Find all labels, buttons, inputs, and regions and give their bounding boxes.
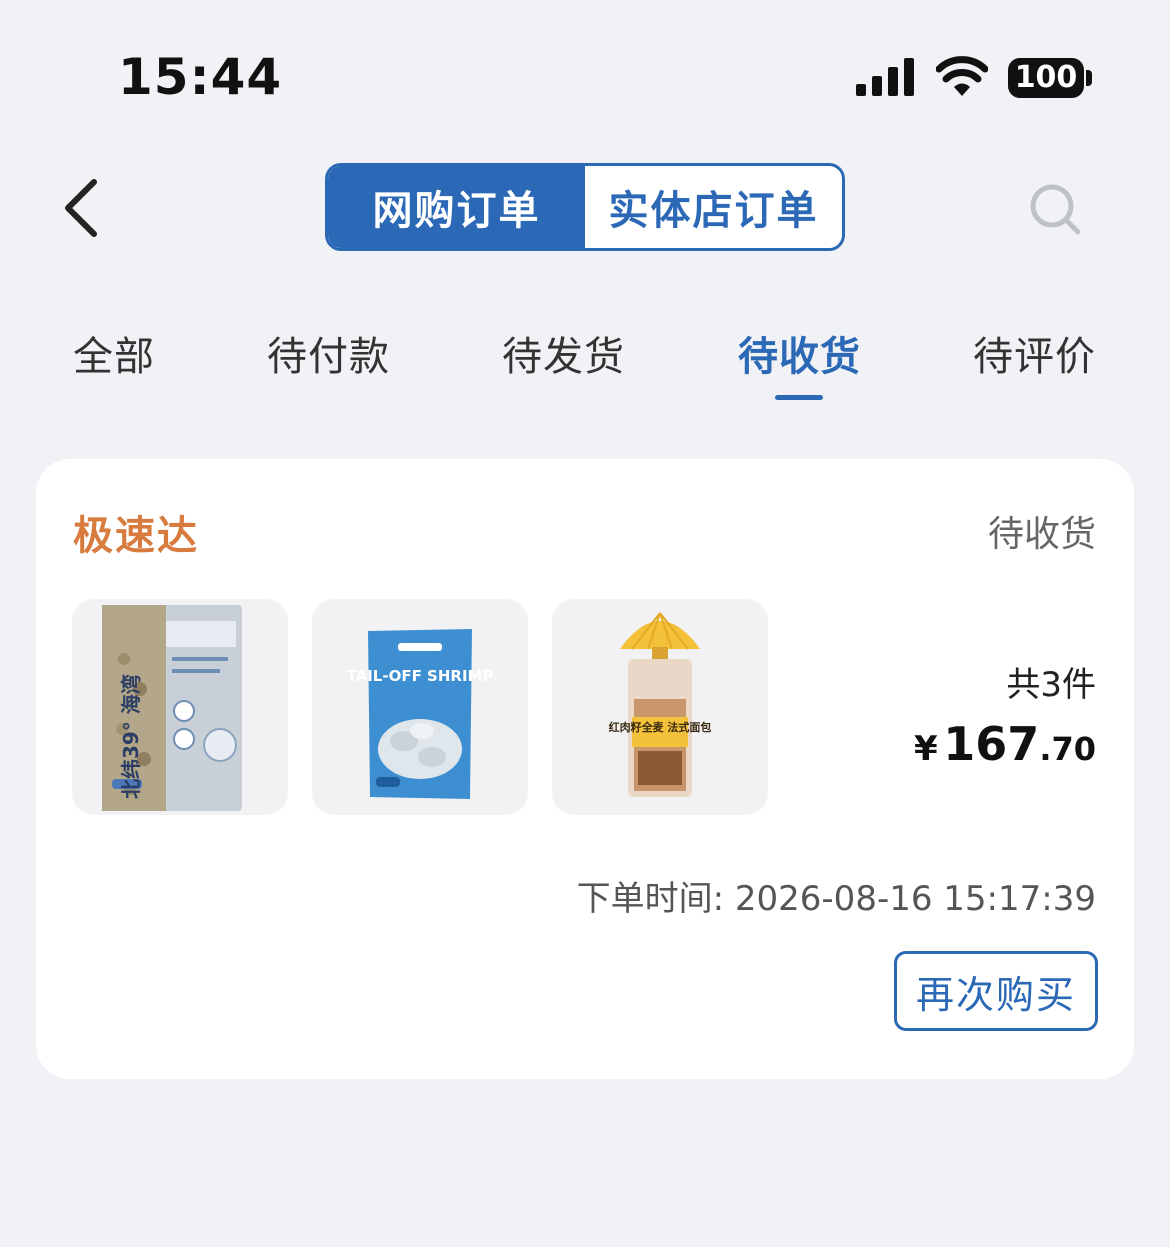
order-type-switch: 网购订单 实体店订单 bbox=[325, 163, 845, 251]
product-thumbnail-bread[interactable]: 红肉籽全麦 法式面包 bbox=[552, 599, 768, 815]
tab-all[interactable]: 全部 bbox=[73, 324, 155, 382]
status-time: 15:44 bbox=[118, 48, 283, 106]
product-thumbnail-shrimp[interactable]: TAIL-OFF SHRIMP bbox=[312, 599, 528, 815]
order-total-price: ¥ 167.70 bbox=[914, 717, 1096, 771]
currency-symbol: ¥ bbox=[914, 729, 938, 769]
clam-package-image: 北纬39° 海湾 bbox=[102, 605, 242, 811]
product-thumbnail-clam[interactable]: 北纬39° 海湾 bbox=[72, 599, 288, 815]
tab-pending-shipment[interactable]: 待发货 bbox=[502, 324, 625, 382]
price-integer: 167 bbox=[943, 717, 1040, 771]
shrimp-package-text: TAIL-OFF SHRIMP bbox=[347, 667, 494, 685]
order-card[interactable]: 极速达 待收货 北纬39° 海湾 TAIL-OFF SHRIMP 红肉籽全麦 法… bbox=[36, 459, 1134, 1079]
wifi-icon bbox=[936, 56, 988, 96]
bread-package-image: 红肉籽全麦 法式面包 bbox=[609, 612, 712, 797]
order-status: 待收货 bbox=[987, 514, 1096, 555]
search-icon[interactable] bbox=[1028, 182, 1084, 238]
price-decimal: .70 bbox=[1039, 730, 1096, 768]
bread-package-text: 红肉籽全麦 法式面包 bbox=[609, 720, 712, 734]
tab-pending-receipt[interactable]: 待收货 bbox=[738, 324, 861, 382]
active-tab-indicator bbox=[775, 395, 823, 400]
tab-online-orders[interactable]: 网购订单 bbox=[328, 166, 585, 248]
order-status-tabs: 全部 待付款 待发货 待收货 待评价 bbox=[0, 318, 1170, 408]
cellular-signal-icon bbox=[856, 58, 914, 96]
status-bar: 15:44 100 bbox=[0, 0, 1170, 150]
battery-tip bbox=[1086, 70, 1092, 86]
shrimp-package-image: TAIL-OFF SHRIMP bbox=[347, 629, 494, 799]
buy-again-button[interactable]: 再次购买 bbox=[894, 951, 1098, 1031]
tab-store-orders[interactable]: 实体店订单 bbox=[585, 166, 842, 248]
tab-pending-payment[interactable]: 待付款 bbox=[267, 324, 390, 382]
item-count: 共3件 bbox=[1006, 665, 1096, 705]
order-time: 下单时间: 2026-08-16 15:17:39 bbox=[576, 879, 1096, 919]
clam-package-text: 北纬39° 海湾 bbox=[119, 674, 143, 799]
battery-icon: 100 bbox=[1008, 58, 1084, 98]
tab-pending-review[interactable]: 待评价 bbox=[973, 324, 1096, 382]
chevron-left-icon[interactable] bbox=[58, 176, 108, 240]
shop-name: 极速达 bbox=[73, 513, 199, 559]
